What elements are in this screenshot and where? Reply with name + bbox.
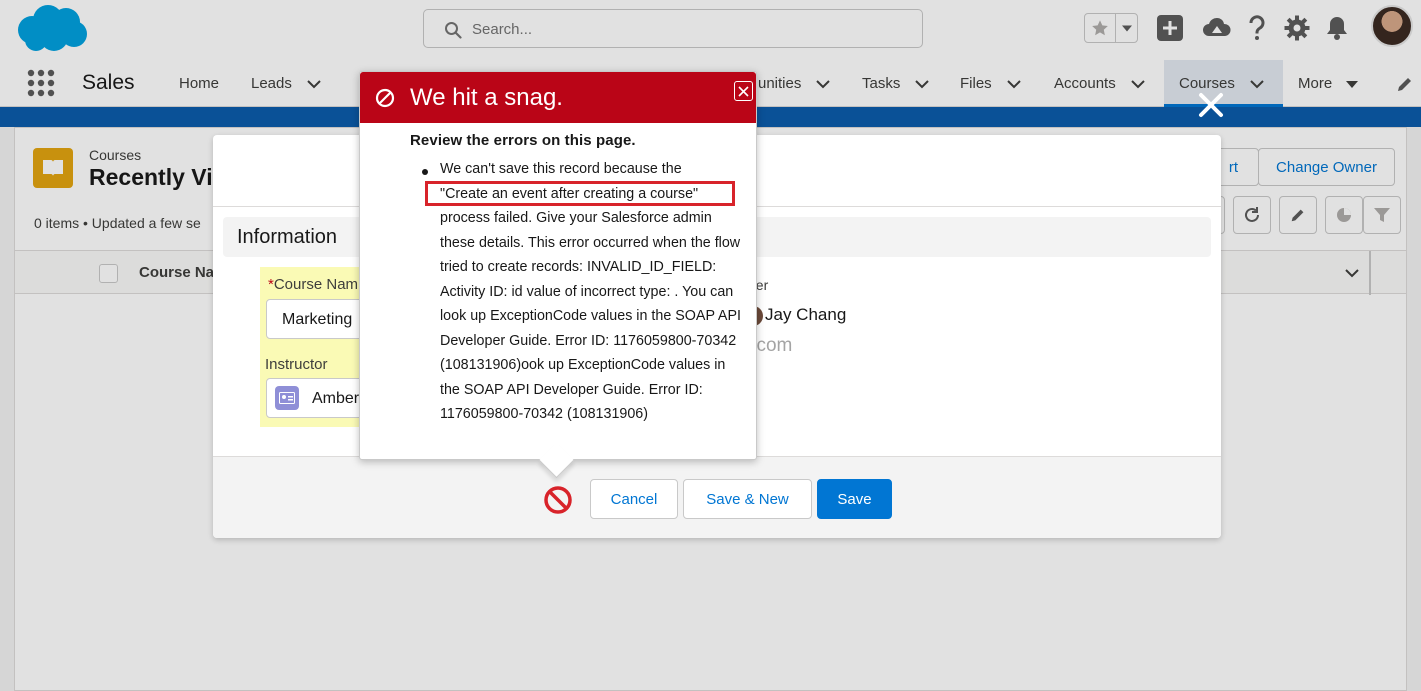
error-popover-title: We hit a snag. — [410, 84, 563, 111]
error-popover-header: We hit a snag. — [360, 72, 756, 123]
error-message: We can't save this record because the "C… — [440, 157, 745, 427]
cancel-button[interactable]: Cancel — [590, 479, 678, 519]
error-message-details: process failed. Give your Salesforce adm… — [440, 210, 741, 422]
section-title: Information — [237, 226, 338, 248]
course-name-label-text: Course Nam — [273, 276, 359, 293]
instructor-label: Instructor — [265, 356, 328, 373]
save-and-new-button[interactable]: Save & New — [683, 479, 812, 519]
bullet — [422, 169, 428, 175]
error-ban-icon — [375, 88, 395, 108]
error-message-intro: We can't save this record because the — [440, 161, 682, 177]
close-icon[interactable] — [1196, 90, 1226, 120]
close-icon — [738, 85, 749, 97]
error-ban-icon[interactable] — [543, 485, 573, 515]
error-popover-close-button[interactable] — [734, 81, 753, 101]
owner-name[interactable]: Jay Chang — [765, 305, 846, 325]
error-popover-body: Review the errors on this page. We can't… — [410, 132, 750, 422]
flow-name: "Create an event after creating a course… — [440, 185, 699, 202]
save-button[interactable]: Save — [817, 479, 892, 519]
error-subheading: Review the errors on this page. — [410, 132, 636, 149]
contact-icon — [275, 386, 299, 410]
error-popover: We hit a snag. Review the errors on this… — [359, 71, 757, 460]
instructor-value: Amber — [312, 390, 360, 407]
course-name-value: Marketing — [282, 311, 353, 328]
modal-footer: Cancel Save & New Save — [213, 456, 1221, 538]
contact-card-icon — [279, 392, 295, 404]
course-name-label: *Course Nam — [268, 276, 358, 293]
